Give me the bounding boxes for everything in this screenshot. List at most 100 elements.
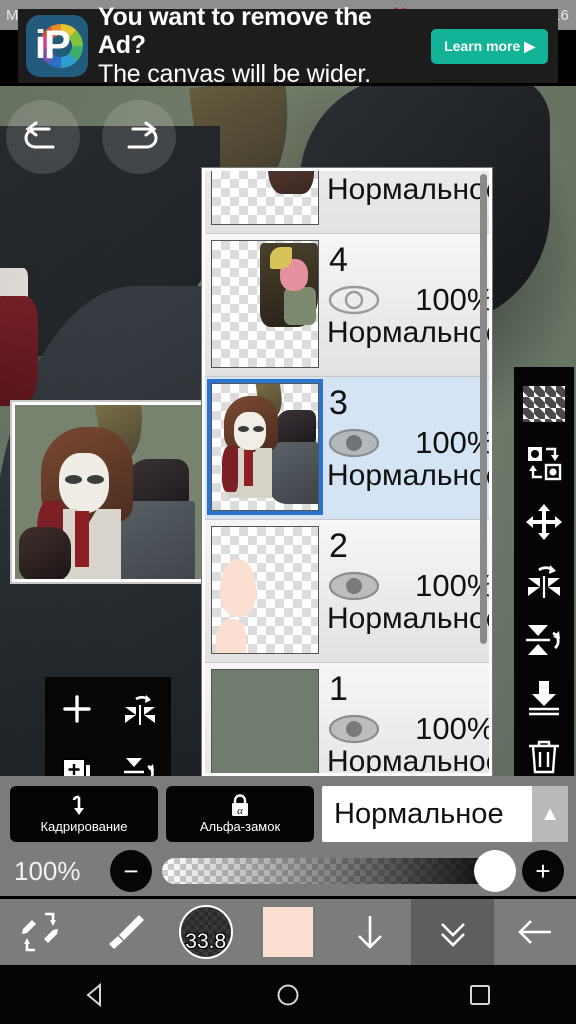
layer-thumbnail[interactable] xyxy=(211,240,319,368)
android-back-button[interactable] xyxy=(61,965,131,1024)
crop-button[interactable]: Кадрирование xyxy=(10,786,158,842)
layer-blend-mode: Нормальное xyxy=(327,602,492,635)
layer-visibility-toggle[interactable] xyxy=(327,711,381,747)
alpha-lock-button[interactable]: α Альфа-замок xyxy=(166,786,314,842)
brush-tool-button[interactable] xyxy=(82,899,164,965)
triangle-left-icon xyxy=(86,982,101,1007)
ad-text-block: You want to remove the Ad? The canvas wi… xyxy=(98,3,421,89)
flip-horizontal-button[interactable] xyxy=(108,677,171,740)
layer-visibility-toggle[interactable] xyxy=(327,282,381,318)
app-root: 5 100% Нормальное 4 xyxy=(0,0,576,1024)
android-nav-bar xyxy=(0,965,576,1024)
blend-mode-value: Нормальное xyxy=(334,797,504,830)
arrow-down-icon xyxy=(358,916,383,949)
layer-row-3[interactable]: 3 100% Нормальное xyxy=(205,377,489,520)
layer-row-1[interactable]: 1 100% Нормальное xyxy=(205,663,492,776)
move-icon xyxy=(526,503,562,540)
move-layer-button[interactable] xyxy=(521,499,567,545)
android-home-button[interactable] xyxy=(253,965,323,1024)
layer-blend-mode: Нормальное xyxy=(327,173,492,206)
preview-image xyxy=(15,405,201,579)
app-logo-text: iP xyxy=(35,23,71,67)
layer-thumbnail[interactable] xyxy=(211,669,319,773)
layer-property-buttons: Кадрирование α Альфа-замок Нормальное ▲ xyxy=(0,776,576,842)
double-chevron-down-icon xyxy=(440,923,465,947)
undo-icon xyxy=(24,121,55,149)
opacity-slider-knob[interactable] xyxy=(474,850,516,892)
layer-thumbnail[interactable] xyxy=(211,171,319,225)
trash-icon xyxy=(529,740,559,774)
ad-cta-arrow-icon: ▶ xyxy=(524,37,535,54)
add-layer-button[interactable] xyxy=(45,677,108,740)
crop-label: Кадрирование xyxy=(40,819,128,834)
layers-panel[interactable]: 5 100% Нормальное 4 xyxy=(202,168,492,776)
crop-arrow-icon xyxy=(72,795,84,815)
color-swatch-icon xyxy=(262,907,313,957)
svg-text:α: α xyxy=(237,805,243,817)
square-icon xyxy=(470,984,490,1005)
size-circle-icon: 33.8 xyxy=(178,905,233,959)
brush-icon xyxy=(109,915,145,949)
layer-name: 3 xyxy=(329,384,348,422)
color-swatch-button[interactable] xyxy=(247,899,329,965)
bottom-toolbar: 33.8 xyxy=(0,899,576,965)
layer-blend-mode: Нормальное xyxy=(327,745,492,776)
toolbox-row-1 xyxy=(45,677,171,740)
brush-size-value: 33.8 xyxy=(185,930,227,953)
layer-visibility-toggle[interactable] xyxy=(327,568,381,604)
flip-horizontal-button-right[interactable] xyxy=(521,557,567,603)
ad-cta-label: Learn more xyxy=(444,37,521,54)
alpha-lock-label: Альфа-замок xyxy=(199,819,281,834)
opacity-increase-button[interactable]: + xyxy=(522,850,564,892)
layer-name: 1 xyxy=(329,670,348,708)
layer-properties-panel: Кадрирование α Альфа-замок Нормальное ▲ … xyxy=(0,776,576,896)
redo-button[interactable] xyxy=(102,100,176,174)
collapse-panel-button[interactable] xyxy=(411,899,494,965)
redo-icon xyxy=(127,121,158,149)
layer-row-5[interactable]: 5 100% Нормальное xyxy=(205,171,492,234)
flip-vertical-button-right[interactable] xyxy=(521,616,567,662)
undo-button[interactable] xyxy=(6,100,80,174)
blend-mode-selector[interactable]: Нормальное ▲ xyxy=(322,786,568,842)
layer-thumbnail[interactable] xyxy=(207,379,323,515)
ad-banner[interactable]: iP You want to remove the Ad? The canvas… xyxy=(18,3,558,88)
layer-blend-mode: Нормальное xyxy=(327,316,492,349)
brush-eraser-swap-icon xyxy=(22,912,59,952)
layer-row-2[interactable]: 2 100% Нормальное xyxy=(205,520,489,663)
merge-down-icon xyxy=(529,681,559,716)
layer-opacity: 100% xyxy=(415,711,492,746)
swap-layers-button[interactable] xyxy=(521,440,567,486)
layer-meta: 1 100% Нормальное xyxy=(319,669,492,776)
opacity-decrease-button[interactable]: − xyxy=(110,850,152,892)
layer-visibility-toggle[interactable] xyxy=(327,425,381,461)
ad-headline: You want to remove the Ad? xyxy=(98,3,372,59)
back-button[interactable] xyxy=(494,899,576,965)
layer-meta: 2 100% Нормальное xyxy=(319,526,492,662)
opacity-slider-track[interactable] xyxy=(162,850,516,892)
merge-down-button[interactable] xyxy=(521,674,567,720)
flip-vertical-icon xyxy=(526,624,560,655)
checkerboard-icon xyxy=(523,386,565,423)
swap-layers-icon xyxy=(528,446,562,481)
layer-name: 2 xyxy=(329,527,348,565)
delete-layer-button[interactable] xyxy=(521,733,567,779)
flip-horizontal-icon xyxy=(528,565,560,599)
layer-meta: 4 100% Нормальное xyxy=(319,240,492,376)
brush-size-button[interactable]: 33.8 xyxy=(165,899,247,965)
transparency-button[interactable] xyxy=(521,381,567,427)
ad-banner-wrapper: iP You want to remove the Ad? The canvas… xyxy=(0,3,576,88)
flip-horizontal-icon xyxy=(124,694,155,725)
layer-blend-mode: Нормальное xyxy=(327,459,492,492)
plus-icon xyxy=(62,694,91,723)
layer-meta: 5 100% Нормальное xyxy=(319,171,492,233)
swap-brush-eraser-button[interactable] xyxy=(0,899,82,965)
ad-learn-more-button[interactable]: Learn more ▶ xyxy=(431,28,548,64)
down-arrow-button[interactable] xyxy=(329,899,411,965)
opacity-control: 100% − + xyxy=(0,842,576,892)
layer-thumbnail[interactable] xyxy=(211,526,319,654)
android-recents-button[interactable] xyxy=(445,965,515,1024)
canvas-preview-thumbnail[interactable] xyxy=(10,400,206,584)
layers-scrollbar[interactable] xyxy=(480,174,487,644)
layer-row-4[interactable]: 4 100% Нормальное xyxy=(205,234,489,377)
blend-mode-expand-arrow[interactable]: ▲ xyxy=(532,786,568,842)
